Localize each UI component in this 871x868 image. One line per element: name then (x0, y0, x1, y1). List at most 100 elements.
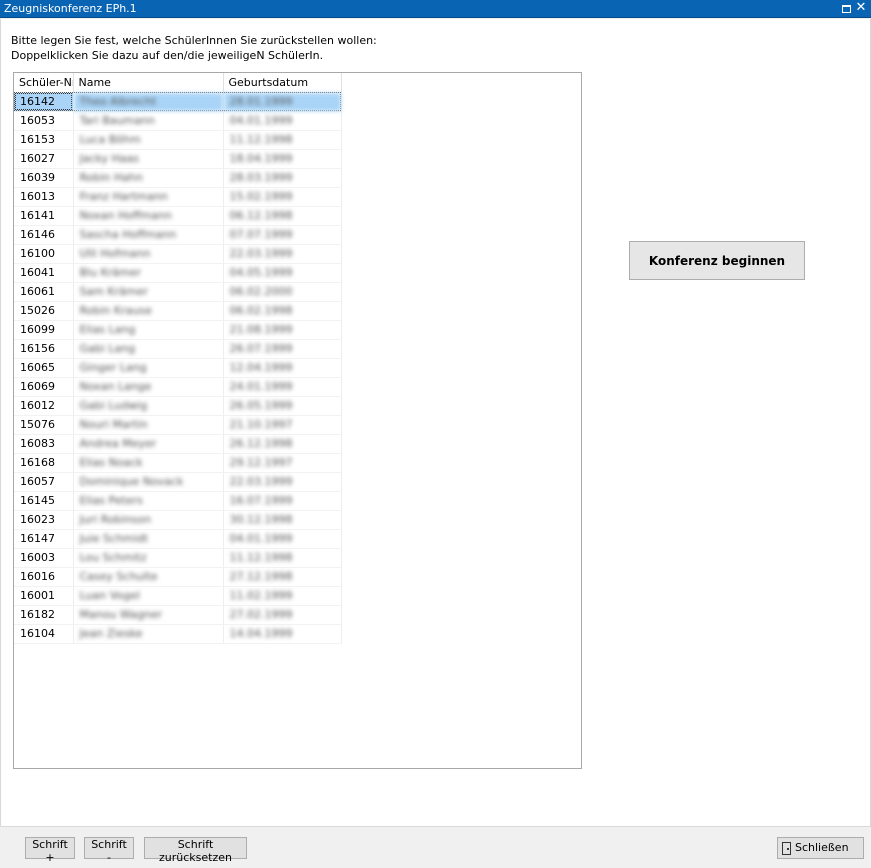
cell-name: Sam Krämer (73, 282, 224, 302)
column-header-name[interactable]: Name (73, 73, 224, 93)
table-row[interactable]: 16156 Gabi Lang 26.07.1999 (14, 339, 342, 359)
cell-name: Juri Robinson (73, 510, 224, 530)
cell-name: Gabi Ludwig (73, 396, 224, 416)
student-table: Schüler-Nr Name Geburtsdatum 16142 Theo A… (14, 73, 342, 644)
cell-name: Ginger Lang (73, 358, 224, 378)
table-row[interactable]: 16041 Blu Krämer 04.05.1999 (14, 263, 342, 283)
cell-id: 16168 (14, 453, 74, 473)
cell-name: Juie Schmidt (73, 529, 224, 549)
table-row[interactable]: 16001 Luan Vogel 11.02.1999 (14, 586, 342, 606)
close-button[interactable]: Schließen (777, 837, 864, 859)
cell-birthdate: 11.12.1998 (223, 130, 342, 150)
cell-name: Casey Schulte (73, 567, 224, 587)
cell-name: Elias Noack (73, 453, 224, 473)
table-row[interactable]: 16153 Luca Böhm 11.12.1998 (14, 130, 342, 150)
table-row[interactable]: 16182 Manou Wagner 27.02.1999 (14, 605, 342, 625)
cell-birthdate: 27.12.1998 (223, 567, 342, 587)
cell-birthdate: 07.07.1999 (223, 225, 342, 245)
cell-birthdate: 27.02.1999 (223, 605, 342, 625)
cell-id: 16104 (14, 624, 74, 644)
door-icon (782, 841, 791, 855)
table-row[interactable]: 15026 Robin Krause 06.02.1998 (14, 301, 342, 321)
table-row[interactable]: 16168 Elias Noack 29.12.1997 (14, 453, 342, 473)
cell-id: 16142 (14, 92, 74, 112)
cell-id: 16001 (14, 586, 74, 606)
table-row[interactable]: 16145 Elias Peters 16.07.1999 (14, 491, 342, 511)
cell-birthdate: 04.01.1999 (223, 111, 342, 131)
table-row[interactable]: 16083 Andrea Meyer 26.12.1998 (14, 434, 342, 454)
table-row[interactable]: 16142 Theo Albrecht 28.01.1999 (14, 92, 342, 112)
table-row[interactable]: 16053 Tari Baumann 04.01.1999 (14, 111, 342, 131)
cell-id: 16027 (14, 149, 74, 169)
cell-name: Theo Albrecht (73, 92, 224, 112)
cell-birthdate: 04.01.1999 (223, 529, 342, 549)
cell-name: Tari Baumann (73, 111, 224, 131)
cell-birthdate: 11.12.1998 (223, 548, 342, 568)
column-header-id[interactable]: Schüler-Nr (14, 73, 74, 93)
table-row[interactable]: 16061 Sam Krämer 06.02.2000 (14, 282, 342, 302)
font-increase-button[interactable]: Schrift + (25, 837, 75, 864)
cell-name: Lou Schmitz (73, 548, 224, 568)
cell-name: Noxan Lange (73, 377, 224, 397)
begin-conference-button[interactable]: Konferenz beginnen (629, 241, 805, 280)
student-list[interactable]: Schüler-Nr Name Geburtsdatum 16142 Theo A… (13, 72, 582, 769)
table-row[interactable]: 16027 Jacky Haas 18.04.1999 (14, 149, 342, 169)
cell-name: Jean Zieske (73, 624, 224, 644)
table-row[interactable]: 16104 Jean Zieske 14.04.1999 (14, 624, 342, 644)
cell-id: 16065 (14, 358, 74, 378)
cell-birthdate: 12.04.1999 (223, 358, 342, 378)
table-header-row: Schüler-Nr Name Geburtsdatum (14, 73, 342, 93)
table-row[interactable]: 16003 Lou Schmitz 11.12.1998 (14, 548, 342, 568)
font-decrease-button[interactable]: Schrift - (84, 837, 134, 864)
cell-id: 15076 (14, 415, 74, 435)
instructions: Bitte legen Sie fest, welche SchülerInne… (11, 33, 377, 63)
table-row[interactable]: 16016 Casey Schulte 27.12.1998 (14, 567, 342, 587)
cell-birthdate: 18.04.1999 (223, 149, 342, 169)
cell-id: 16141 (14, 206, 74, 226)
close-button-label: Schließen (795, 841, 849, 855)
cell-name: Sascha Hoffmann (73, 225, 224, 245)
table-row[interactable]: 16069 Noxan Lange 24.01.1999 (14, 377, 342, 397)
table-body: 16142 Theo Albrecht 28.01.1999 16053 Tari Ba… (14, 92, 342, 644)
instruction-line-1: Bitte legen Sie fest, welche SchülerInne… (11, 34, 377, 47)
instruction-line-2: Doppelklicken Sie dazu auf den/die jewei… (11, 49, 324, 62)
cell-name: Franz Hartmann (73, 187, 224, 207)
table-row[interactable]: 16147 Juie Schmidt 04.01.1999 (14, 529, 342, 549)
cell-id: 16156 (14, 339, 74, 359)
cell-id: 16023 (14, 510, 74, 530)
cell-birthdate: 22.03.1999 (223, 472, 342, 492)
cell-name: Noxan Hoffmann (73, 206, 224, 226)
cell-id: 16099 (14, 320, 74, 340)
table-row[interactable]: 16141 Noxan Hoffmann 06.12.1998 (14, 206, 342, 226)
cell-id: 16146 (14, 225, 74, 245)
table-row[interactable]: 16012 Gabi Ludwig 26.05.1999 (14, 396, 342, 416)
table-row[interactable]: 16013 Franz Hartmann 15.02.1999 (14, 187, 342, 207)
cell-id: 16147 (14, 529, 74, 549)
table-row[interactable]: 16023 Juri Robinson 30.12.1998 (14, 510, 342, 530)
table-row[interactable]: 16100 Ulli Hofmann 22.03.1999 (14, 244, 342, 264)
font-reset-button[interactable]: Schrift zurücksetzen (144, 837, 247, 864)
cell-birthdate: 06.12.1998 (223, 206, 342, 226)
table-row[interactable]: 16039 Robin Hahn 28.03.1999 (14, 168, 342, 188)
cell-name: Blu Krämer (73, 263, 224, 283)
cell-birthdate: 14.04.1999 (223, 624, 342, 644)
table-row[interactable]: 15076 Nouri Martin 21.10.1997 (14, 415, 342, 435)
close-window-button[interactable]: ✕ (854, 1, 868, 15)
cell-birthdate: 21.10.1997 (223, 415, 342, 435)
cell-name: Robin Hahn (73, 168, 224, 188)
cell-name: Elias Peters (73, 491, 224, 511)
cell-id: 16039 (14, 168, 74, 188)
maximize-button[interactable] (839, 1, 853, 15)
table-row[interactable]: 16099 Elias Lang 21.08.1999 (14, 320, 342, 340)
cell-birthdate: 21.08.1999 (223, 320, 342, 340)
cell-id: 15026 (14, 301, 74, 321)
cell-birthdate: 04.05.1999 (223, 263, 342, 283)
column-header-birthdate[interactable]: Geburtsdatum (223, 73, 342, 93)
cell-name: Robin Krause (73, 301, 224, 321)
cell-id: 16069 (14, 377, 74, 397)
table-row[interactable]: 16057 Dominique Novack 22.03.1999 (14, 472, 342, 492)
cell-name: Elias Lang (73, 320, 224, 340)
cell-name: Manou Wagner (73, 605, 224, 625)
table-row[interactable]: 16065 Ginger Lang 12.04.1999 (14, 358, 342, 378)
table-row[interactable]: 16146 Sascha Hoffmann 07.07.1999 (14, 225, 342, 245)
